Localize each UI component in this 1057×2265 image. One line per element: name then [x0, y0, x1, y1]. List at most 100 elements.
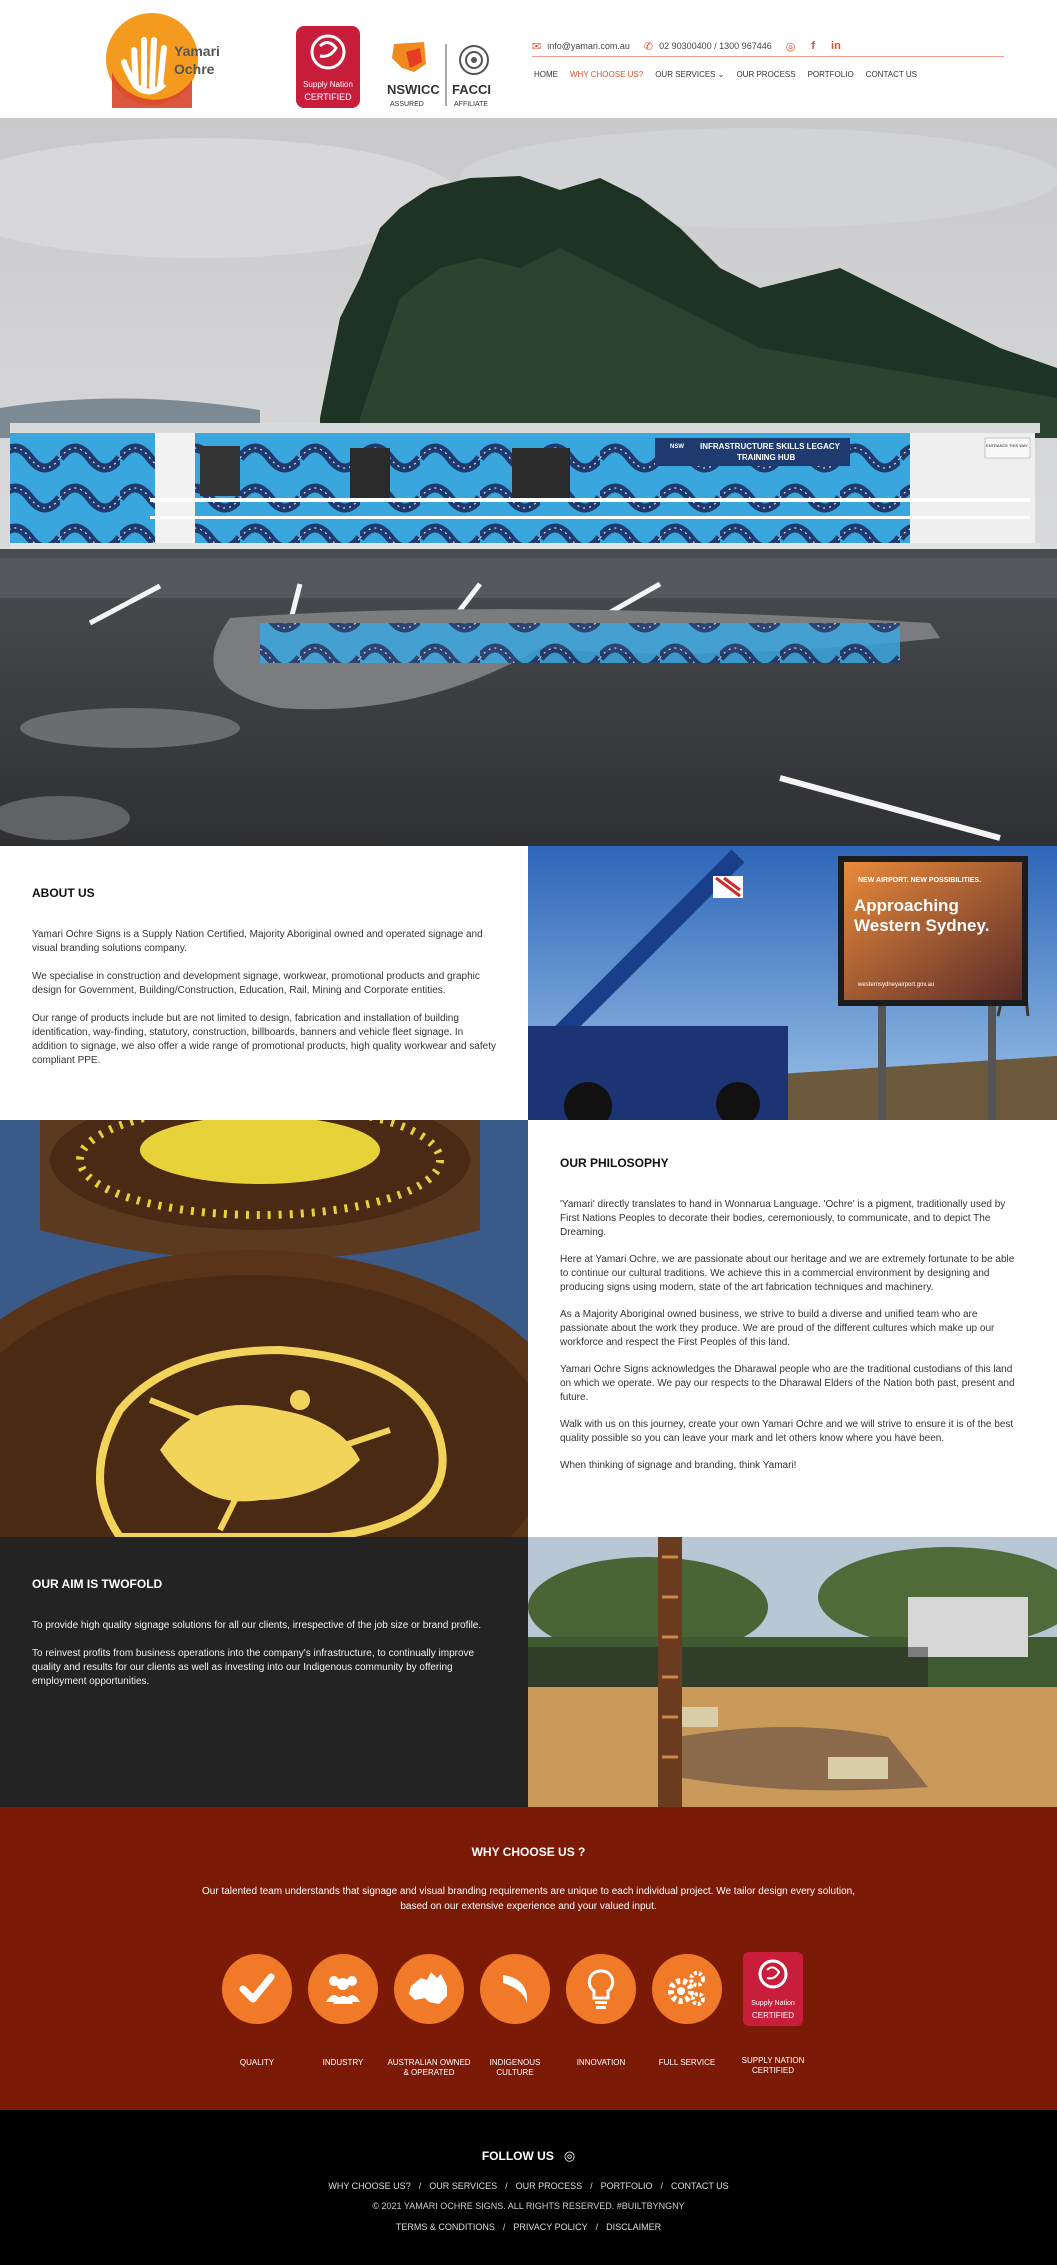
svg-text:Ochre: Ochre [174, 61, 215, 77]
site-header: Yamari Ochre Supply Nation CERTIFIED NSW… [0, 0, 1057, 118]
legal-link-disclaimer[interactable]: DISCLAIMER [606, 2222, 661, 2232]
feature-label: INNOVATION [576, 2058, 626, 2067]
svg-text:NSWICC: NSWICC [387, 82, 440, 97]
about-paragraph-3: Our range of products include but are no… [32, 1013, 496, 1066]
philosophy-paragraph-5: Walk with us on this journey, create you… [560, 1419, 1014, 1444]
supply-nation-certified: CERTIFIED [751, 2011, 795, 2020]
copyright-text: © 2021 YAMARI OCHRE SIGNS. ALL RIGHTS RE… [372, 2201, 685, 2211]
philosophy-paragraph-4: Yamari Ochre Signs acknowledges the Dhar… [560, 1364, 1015, 1403]
billboard-top-text: NEW AIRPORT. NEW POSSIBILITIES. [858, 877, 981, 884]
footer-separator: / [418, 2181, 422, 2191]
nav-our-process[interactable]: OUR PROCESS [736, 70, 795, 79]
why-text: Our talented team understands that signa… [202, 1886, 855, 1912]
supply-nation-emblem-icon [310, 34, 346, 70]
feature-australian-owned: AUSTRALIAN OWNED & OPERATED [386, 1954, 472, 2078]
about-paragraph-1: Yamari Ochre Signs is a Supply Nation Ce… [32, 929, 483, 954]
follow-us: FOLLOW US ◎ [0, 2148, 1057, 2164]
hero-sign-line1: INFRASTRUCTURE SKILLS LEGACY [700, 442, 841, 451]
footer-link-contact-us[interactable]: CONTACT US [671, 2181, 729, 2191]
hero-image: NSW INFRASTRUCTURE SKILLS LEGACY TRAININ… [0, 118, 1057, 846]
billboard-url-text: westernsydneyairport.gov.au [857, 982, 934, 988]
why-title: WHY CHOOSE US ? [471, 1845, 586, 1859]
feature-label: QUALITY [239, 2058, 275, 2067]
feature-supply-nation: Supply Nation CERTIFIED SUPPLY NATION CE… [730, 1952, 816, 2076]
footer-separator: / [660, 2181, 663, 2191]
nav-our-services-label: OUR SERVICES [655, 70, 716, 79]
supply-nation-badge-small: Supply Nation CERTIFIED [743, 1952, 803, 2026]
billboard-main-text: Approaching Western Sydney. [854, 896, 990, 935]
footer-link-why-choose-us[interactable]: WHY CHOOSE US? [328, 2181, 410, 2191]
aim-paragraph-2: To reinvest profits from business operat… [32, 1648, 475, 1687]
instagram-icon[interactable]: ◎ [564, 2148, 575, 2164]
nav-our-services[interactable]: OUR SERVICES ⌄ [655, 70, 724, 79]
svg-text:Yamari: Yamari [174, 43, 220, 59]
boomerang-icon [480, 1954, 550, 2024]
australia-map-icon [394, 1954, 464, 2024]
feature-label: INDUSTRY [322, 2058, 364, 2067]
garden-pole-image [528, 1537, 1057, 1807]
footer-separator: / [590, 2181, 593, 2191]
philosophy-paragraph-1: 'Yamari' directly translates to hand in … [560, 1199, 1006, 1238]
footer-link-our-services[interactable]: OUR SERVICES [429, 2181, 497, 2191]
painted-log-image [0, 1120, 528, 1537]
footer-separator: / [505, 2181, 508, 2191]
instagram-icon[interactable]: ◎ [786, 40, 796, 53]
philosophy-paragraph-3: As a Majority Aboriginal owned business,… [560, 1309, 995, 1348]
nav-home[interactable]: HOME [534, 70, 558, 79]
svg-text:ASSURED: ASSURED [390, 101, 424, 108]
feature-label: AUSTRALIAN OWNED & OPERATED [387, 2058, 471, 2077]
why-choose-section: WHY CHOOSE US ? Our talented team unders… [0, 1807, 1057, 2110]
nswicc-facci-logo: NSWICC ASSURED FACCI AFFILIATE [387, 42, 491, 108]
feature-innovation: INNOVATION [558, 1954, 644, 2068]
svg-text:FACCI: FACCI [452, 82, 491, 97]
nav-portfolio[interactable]: PORTFOLIO [808, 70, 854, 79]
phone-link[interactable]: 02 90300400 / 1300 967446 [659, 41, 772, 51]
email-link[interactable]: info@yamari.com.au [547, 41, 630, 51]
facebook-icon[interactable]: f [811, 40, 815, 52]
supply-nation-label: Supply Nation [303, 80, 353, 89]
footer-link-our-process[interactable]: OUR PROCESS [516, 2181, 583, 2191]
hero-nsw-label: NSW [670, 444, 684, 450]
philosophy-title: OUR PHILOSOPHY [560, 1156, 669, 1170]
legal-link-privacy[interactable]: PRIVACY POLICY [513, 2222, 587, 2232]
nav-contact-us[interactable]: CONTACT US [866, 70, 917, 79]
legal-links: TERMS & CONDITIONS / PRIVACY POLICY / DI… [0, 2222, 1057, 2232]
yamari-ochre-logo[interactable]: Yamari Ochre [106, 10, 232, 108]
phone-icon: ✆ [643, 40, 654, 53]
main-nav: HOME WHY CHOOSE US? OUR SERVICES ⌄ OUR P… [534, 70, 917, 79]
contact-bar: ✉ info@yamari.com.au ✆ 02 90300400 / 130… [532, 38, 841, 54]
header-divider [532, 56, 1004, 57]
lightbulb-icon [566, 1954, 636, 2024]
checkmark-icon [222, 1954, 292, 2024]
site-footer: FOLLOW US ◎ WHY CHOOSE US? / OUR SERVICE… [0, 2110, 1057, 2265]
svg-text:AFFILIATE: AFFILIATE [454, 101, 488, 108]
aim-title: OUR AIM IS TWOFOLD [32, 1577, 163, 1591]
supply-nation-badge: Supply Nation CERTIFIED [296, 26, 360, 108]
gears-icon [652, 1954, 722, 2024]
email-icon: ✉ [532, 40, 542, 53]
feature-industry: INDUSTRY [300, 1954, 386, 2068]
philosophy-section: OUR PHILOSOPHY 'Yamari' directly transla… [528, 1120, 1057, 1537]
crane-billboard-image: NEW AIRPORT. NEW POSSIBILITIES. Approach… [528, 846, 1057, 1120]
nav-why-choose-us[interactable]: WHY CHOOSE US? [570, 70, 643, 79]
follow-us-label: FOLLOW US [481, 2149, 554, 2163]
about-title: ABOUT US [32, 886, 95, 900]
chevron-down-icon: ⌄ [717, 70, 725, 79]
legal-link-terms[interactable]: TERMS & CONDITIONS [396, 2222, 495, 2232]
about-section: ABOUT US Yamari Ochre Signs is a Supply … [0, 846, 528, 1120]
footer-separator: / [595, 2222, 599, 2232]
footer-link-portfolio[interactable]: PORTFOLIO [601, 2181, 653, 2191]
feature-indigenous-culture: INDIGENOUS CULTURE [472, 1954, 558, 2078]
feature-label: INDIGENOUS CULTURE [489, 2058, 541, 2077]
feature-quality: QUALITY [214, 1954, 300, 2068]
hero-side-sign: ENTRANCE THIS WAY [986, 443, 1028, 448]
features-row: QUALITY INDUSTRY AUSTRALIAN OWNED & OPER… [214, 1952, 816, 2094]
aim-section: OUR AIM IS TWOFOLD To provide high quali… [0, 1537, 528, 1807]
supply-nation-label: Supply Nation [751, 2000, 795, 2007]
linkedin-icon[interactable]: in [831, 40, 841, 52]
people-icon [308, 1954, 378, 2024]
feature-label: SUPPLY NATION CERTIFIED [741, 2056, 805, 2075]
philosophy-paragraph-6: When thinking of signage and branding, t… [560, 1460, 797, 1471]
hero-sign-line2: TRAINING HUB [737, 453, 795, 462]
aim-paragraph-1: To provide high quality signage solution… [32, 1620, 482, 1631]
